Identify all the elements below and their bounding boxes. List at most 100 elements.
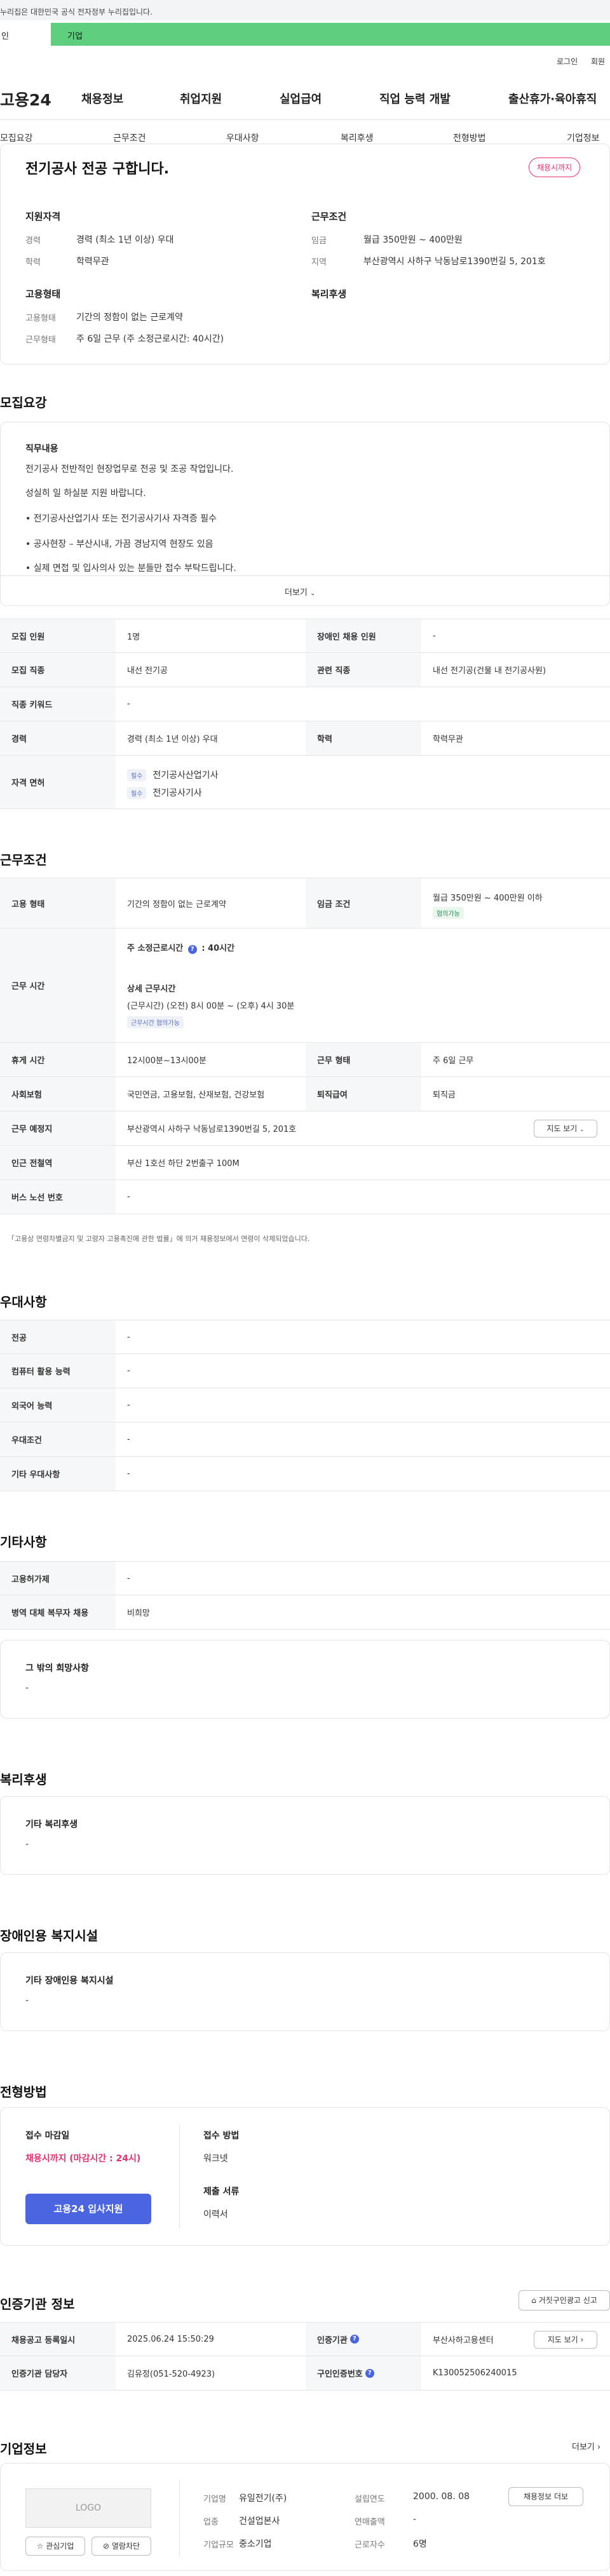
table-row: 모집 직종 내선 전기공 관련 직종 내선 전기공(건물 내 전기공사원)	[0, 653, 610, 687]
gnb-unemployment-benefit[interactable]: 실업급여	[280, 90, 322, 107]
industry-label: 업종	[203, 2518, 219, 2527]
license-item: 전기공사산업기사	[152, 770, 219, 781]
info-icon[interactable]: ?	[349, 2335, 359, 2344]
info-icon[interactable]: ?	[187, 945, 197, 954]
disabled-section-title: 장애인용 복지시설	[0, 1928, 98, 1943]
report-label: 거짓구인광고 신고	[538, 2296, 597, 2305]
career-label: 경력	[25, 236, 41, 246]
tab-individual[interactable]: 인	[0, 23, 51, 46]
info-icon[interactable]: ?	[365, 2368, 374, 2378]
wage-label: 임금	[311, 236, 327, 246]
block-label: 열람차단	[111, 2542, 140, 2551]
staff-label: 인증기관 담당자	[0, 2356, 116, 2390]
lnb-work-conditions[interactable]: 근무조건	[113, 131, 146, 144]
employment-heading: 고용형태	[25, 288, 61, 300]
table-row: 휴게 시간 12시00분~13시00분 근무 형태 주 6일 근무	[0, 1043, 610, 1077]
wage-condition-cell: 월급 350만원 ~ 400만원 이하 협의가능	[421, 878, 543, 928]
detail-hours-heading: 상세 근무시간	[127, 984, 176, 994]
founded-value: 2000. 08. 08	[413, 2492, 470, 2502]
gnb-vocational-training[interactable]: 직업 능력 개발	[379, 90, 451, 107]
selection-card	[0, 2107, 610, 2246]
license-item: 전기공사기사	[152, 788, 202, 798]
tab-company[interactable]: 기업	[67, 29, 83, 41]
headcount-value: 1명	[127, 632, 140, 642]
welfare-value: -	[25, 1839, 29, 1849]
map-view-label: 지도 보기	[547, 2335, 578, 2344]
site-logo[interactable]: 고용24	[0, 88, 51, 111]
gnb-job-info[interactable]: 채용정보	[81, 90, 123, 107]
area-label: 지역	[311, 258, 327, 267]
license-list: 필수 전기공사산업기사 필수 전기공사기사	[116, 756, 218, 808]
lnb-selection[interactable]: 전형방법	[453, 131, 486, 144]
agency-value: 부산사하고용센터	[433, 2335, 494, 2345]
insurance-label: 사회보험	[0, 1077, 116, 1111]
divider	[179, 2125, 180, 2228]
company-jobs-button[interactable]: 채용정보 더보	[508, 2487, 583, 2506]
required-badge: 필수	[127, 769, 147, 781]
auth-no-label: 구인인증번호 ?	[306, 2356, 421, 2390]
career-value: 경력 (최소 1년 이상) 우대	[127, 735, 218, 744]
retirement-value: 퇴직금	[433, 1090, 456, 1100]
agency-section-title: 인증기관 정보	[0, 2297, 75, 2312]
duty-heading: 직무내용	[25, 444, 58, 454]
conditions-heading: 근무조건	[311, 211, 347, 222]
detail-hours-value: (근무시간) (오전) 8시 00분 ~ (오후) 4시 30분	[127, 1002, 295, 1011]
interest-label: 관심기업	[46, 2542, 74, 2551]
gov-notice-text: 누리집은 대한민국 공식 전자정부 누리집입니다.	[0, 8, 152, 17]
lnb-recruit[interactable]: 모집요강	[0, 131, 33, 144]
gnb-employment-support[interactable]: 취업지원	[180, 90, 222, 107]
more-label: 더보기	[285, 588, 308, 598]
lnb-welfare[interactable]: 복리후생	[341, 131, 374, 144]
bus-label: 버스 노선 번호	[0, 1180, 116, 1214]
map-view-button[interactable]: 지도 보기 ⌄	[534, 1120, 597, 1137]
interest-button[interactable]: ☆ 관심기업	[25, 2537, 85, 2556]
table-row: 직종 키워드 -	[0, 687, 610, 721]
education-value: 학력무관	[76, 257, 109, 267]
pref-label: 전공	[0, 1320, 116, 1353]
duty-line: 성실히 일 하실분 지원 바랍니다.	[25, 488, 146, 499]
career-label: 경력	[0, 721, 116, 755]
lnb-company[interactable]: 기업정보	[567, 131, 600, 144]
disabled-value: -	[25, 1996, 29, 2006]
keyword-label: 직종 키워드	[0, 687, 116, 721]
docs-label: 제출 서류	[203, 2187, 240, 2197]
subway-label: 인근 전철역	[0, 1146, 116, 1179]
gnb-maternity-leave[interactable]: 출산휴가·육아휴직	[508, 90, 597, 107]
work-hours-cell: 주 소정근로시간 ? : 40시간 상세 근무시간 (근무시간) (오전) 8시…	[116, 929, 294, 1042]
company-more-link[interactable]: 더보기 ›	[572, 2440, 600, 2452]
work-form-label: 근무 형태	[306, 1043, 421, 1077]
lnb-preferences[interactable]: 우대사항	[226, 131, 259, 144]
workplace-label: 근무 예정지	[0, 1111, 116, 1145]
deadline-label: 접수 마감일	[25, 2131, 70, 2141]
founded-label: 설립연도	[355, 2495, 385, 2504]
report-button[interactable]: ⌂ 거짓구인광고 신고	[518, 2290, 610, 2311]
house-icon: ⌂	[531, 2296, 536, 2305]
military-label: 병역 대체 복무자 채용	[0, 1595, 116, 1629]
industry-value: 건설업본사	[239, 2516, 280, 2526]
agency-map-button[interactable]: 지도 보기 ›	[534, 2331, 597, 2349]
bus-value: -	[127, 1192, 130, 1202]
login-link[interactable]: 로그인	[557, 56, 578, 67]
size-label: 기업규모	[203, 2540, 234, 2550]
table-row: 인증기관 담당자 김유정(051-520-4923) 구인인증번호 ? K130…	[0, 2356, 610, 2391]
related-job-value: 내선 전기공(건물 내 전기공사원)	[433, 666, 546, 676]
apply-button[interactable]: 고용24 입사지원	[25, 2194, 151, 2224]
deadline-value: 채용시까지 (마감시간 : 24시)	[25, 2154, 141, 2164]
pref-section-title: 우대사항	[0, 1294, 47, 1310]
signup-link[interactable]: 회원	[591, 56, 605, 67]
table-row: 자격 면허 필수 전기공사산업기사 필수 전기공사기사	[0, 756, 610, 809]
table-row: 경력 경력 (최소 1년 이상) 우대 학력 학력무관	[0, 721, 610, 756]
disabled-hire-value: -	[433, 631, 436, 641]
table-row: 인근 전철역 부산 1호선 하단 2번출구 100M	[0, 1146, 610, 1180]
more-button[interactable]: 더보기 ⌄	[285, 586, 315, 598]
age-footnote: 「고용상 연령차별금지 및 고령자 고용촉진에 관한 법률」에 의거 채용정보에…	[8, 1235, 310, 1243]
recruit-section-title: 모집요강	[0, 395, 47, 410]
company-section-title: 기업정보	[0, 2441, 47, 2457]
table-row: 근무 예정지 부산광역시 사하구 낙동남로1390번길 5, 201호 지도 보…	[0, 1111, 610, 1146]
table-row: 버스 노선 번호 -	[0, 1180, 610, 1214]
block-button[interactable]: ⊘ 열람차단	[92, 2537, 151, 2556]
job-type-value: 내선 전기공	[127, 666, 168, 676]
job-type-label: 모집 직종	[0, 653, 116, 687]
work-hours-label: 근무 시간	[0, 929, 116, 1042]
duty-line: • 전기공사산업기사 또는 전기공사기사 자격증 필수	[25, 514, 217, 524]
